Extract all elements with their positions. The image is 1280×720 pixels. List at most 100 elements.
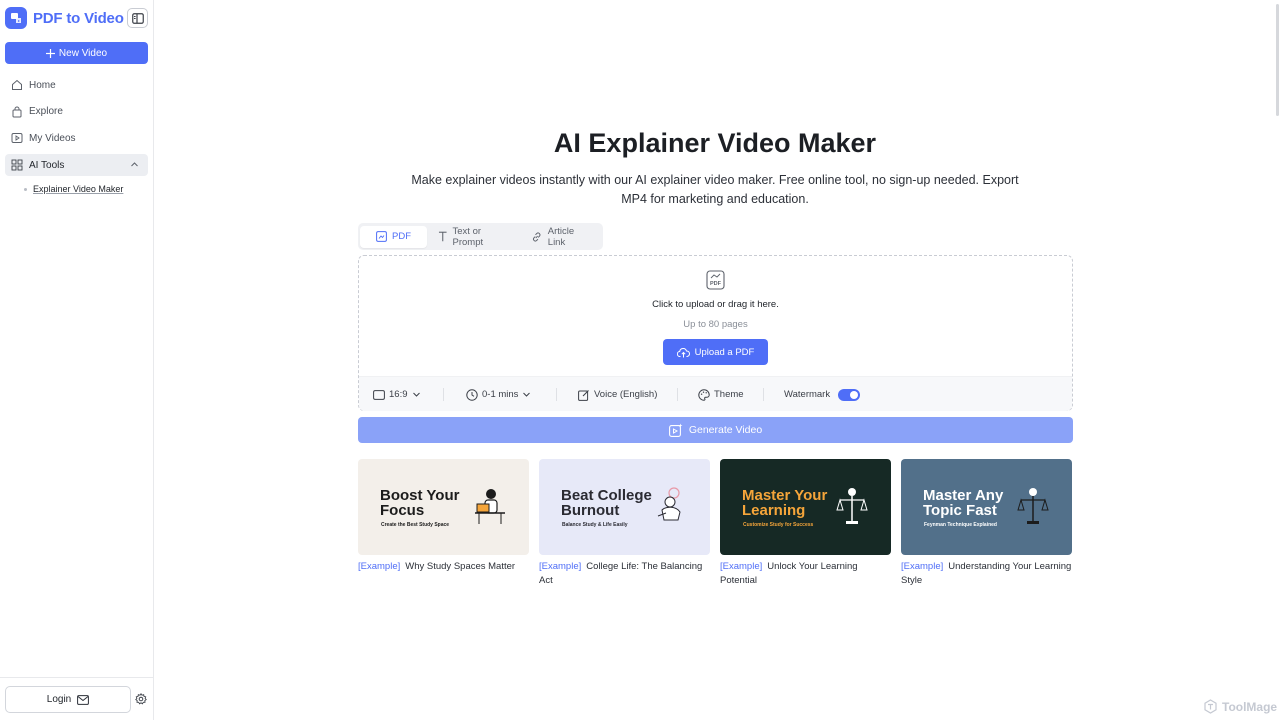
app-logo-icon xyxy=(5,7,27,29)
watermark-option: Watermark xyxy=(784,377,861,412)
main-content: AI Explainer Video Maker Make explainer … xyxy=(154,0,1280,720)
chevron-down-icon xyxy=(412,392,420,397)
sidebar-toggle-icon xyxy=(131,12,144,24)
tab-text-or-prompt[interactable]: Text or Prompt xyxy=(429,226,520,248)
watermark-toggle[interactable] xyxy=(838,388,861,401)
example-thumbnail[interactable]: Beat College Burnout Balance Study & Lif… xyxy=(539,459,710,555)
upload-button-label: Upload a PDF xyxy=(694,346,755,358)
thumbnail-subtitle: Feynman Technique Explained xyxy=(924,522,997,528)
thumbnail-subtitle: Balance Study & Life Easily xyxy=(562,522,628,528)
collapse-sidebar-button[interactable] xyxy=(127,8,148,28)
sidebar-item-my-videos[interactable]: My Videos xyxy=(5,127,148,149)
example-title: Why Study Spaces Matter xyxy=(405,561,516,572)
mail-icon xyxy=(77,694,90,705)
divider xyxy=(763,388,764,401)
voice-edit-icon xyxy=(578,389,589,401)
sidebar-item-explore[interactable]: Explore xyxy=(5,101,148,123)
tab-label: Article Link xyxy=(547,225,575,248)
voice-select[interactable]: Voice (English) xyxy=(578,377,657,412)
example-gallery: Boost Your Focus Create the Best Study S… xyxy=(358,459,1073,587)
upload-pdf-button[interactable]: Upload a PDF xyxy=(663,339,768,365)
example-caption[interactable]: [Example] Understanding Your Learning Sty… xyxy=(901,560,1072,587)
palette-icon xyxy=(698,388,710,401)
thumbnail-subtitle: Customize Study for Success xyxy=(743,522,814,528)
settings-button[interactable] xyxy=(135,692,147,710)
cloud-upload-icon xyxy=(676,347,690,357)
chevron-up-icon xyxy=(131,162,138,167)
plus-icon xyxy=(45,48,55,58)
sidebar-subitem-explainer-video-maker[interactable]: Explainer Video Maker xyxy=(24,184,123,194)
divider xyxy=(677,388,678,401)
duration-value: 0-1 mins xyxy=(482,389,519,400)
new-video-label: New Video xyxy=(58,47,108,59)
example-card[interactable]: Master Any Topic Fast Feynman Technique … xyxy=(901,459,1072,587)
video-sparkle-icon xyxy=(668,423,683,437)
toolmage-logo-icon xyxy=(1204,699,1217,714)
link-icon xyxy=(533,232,541,241)
example-card[interactable]: Boost Your Focus Create the Best Study S… xyxy=(358,459,529,587)
video-icon xyxy=(11,133,23,144)
scales-illustration xyxy=(836,488,868,524)
example-tag: [Example] xyxy=(358,561,401,572)
sidebar-item-label: AI Tools xyxy=(29,159,65,171)
tab-pdf[interactable]: PDF xyxy=(360,225,427,248)
login-button[interactable]: Login xyxy=(5,686,131,713)
text-icon xyxy=(438,231,447,242)
clock-icon xyxy=(466,388,478,401)
example-card[interactable]: Beat College Burnout Balance Study & Lif… xyxy=(539,459,710,587)
theme-select[interactable]: Theme xyxy=(698,377,744,412)
brand[interactable]: PDF to Video xyxy=(5,7,124,29)
sidebar-item-home[interactable]: Home xyxy=(5,74,148,96)
home-icon xyxy=(12,79,22,90)
example-tag: [Example] xyxy=(720,561,763,572)
tab-label: Text or Prompt xyxy=(452,225,484,248)
app-name: PDF to Video xyxy=(33,9,124,27)
sidebar-item-label: My Videos xyxy=(29,132,76,144)
grid-icon xyxy=(11,159,23,171)
bullet-dot xyxy=(24,187,27,191)
gear-icon xyxy=(135,693,147,705)
example-thumbnail[interactable]: Master Any Topic Fast Feynman Technique … xyxy=(901,459,1072,555)
example-card[interactable]: Master Your Learning Customize Study for… xyxy=(720,459,891,587)
bag-icon xyxy=(12,106,22,118)
sidebar-nav: Home Explore My Videos AI Tools xyxy=(5,74,148,181)
pdf-document-icon: PDF xyxy=(706,270,725,290)
scales-illustration xyxy=(1017,488,1049,524)
video-options-bar: 16:9 0-1 mins Voice (English) Theme Wate… xyxy=(359,376,1072,411)
divider xyxy=(443,388,444,401)
example-caption[interactable]: [Example] Why Study Spaces Matter xyxy=(358,560,529,574)
pdf-upload-dropzone[interactable]: PDF Click to upload or drag it here. Up … xyxy=(358,255,1073,411)
example-thumbnail[interactable]: Boost Your Focus Create the Best Study S… xyxy=(358,459,529,555)
voice-value: Voice (English) xyxy=(594,389,658,400)
example-tag: [Example] xyxy=(539,561,582,572)
theme-label: Theme xyxy=(714,389,744,400)
new-video-button[interactable]: New Video xyxy=(5,42,148,64)
sidebar-footer: Login xyxy=(0,677,154,720)
upload-limit: Up to 80 pages xyxy=(683,319,748,330)
pdf-file-icon xyxy=(376,231,387,242)
page-scrollbar[interactable] xyxy=(1276,4,1279,116)
input-type-tabs: PDF Text or Prompt Article Link xyxy=(358,223,603,250)
student-desk-illustration xyxy=(475,489,505,524)
sidebar-item-label: Home xyxy=(29,79,56,91)
upload-hint: Click to upload or drag it here. xyxy=(652,299,779,310)
chevron-down-icon xyxy=(523,392,531,397)
svg-text:PDF: PDF xyxy=(710,281,722,287)
example-tag: [Example] xyxy=(901,561,944,572)
page-subtitle: Make explainer videos instantly with our… xyxy=(411,173,1019,206)
tab-article-link[interactable]: Article Link xyxy=(522,226,601,248)
sidebar: PDF to Video New Video Home Explore My V… xyxy=(0,0,154,720)
watermark-label: Watermark xyxy=(784,389,831,400)
watermark-brand-name: ToolMage xyxy=(1222,699,1278,714)
aspect-ratio-value: 16:9 xyxy=(389,389,408,400)
aspect-ratio-select[interactable]: 16:9 xyxy=(373,377,421,412)
aspect-ratio-icon xyxy=(373,389,385,400)
sidebar-item-ai-tools[interactable]: AI Tools xyxy=(5,154,148,177)
page-title: AI Explainer Video Maker xyxy=(553,128,877,158)
login-label: Login xyxy=(46,694,72,705)
generate-video-button[interactable]: Generate Video xyxy=(358,417,1073,443)
example-caption[interactable]: [Example] Unlock Your Learning Potential xyxy=(720,560,891,587)
example-caption[interactable]: [Example] College Life: The Balancing Act xyxy=(539,560,710,587)
duration-select[interactable]: 0-1 mins xyxy=(466,377,531,412)
example-thumbnail[interactable]: Master Your Learning Customize Study for… xyxy=(720,459,891,555)
